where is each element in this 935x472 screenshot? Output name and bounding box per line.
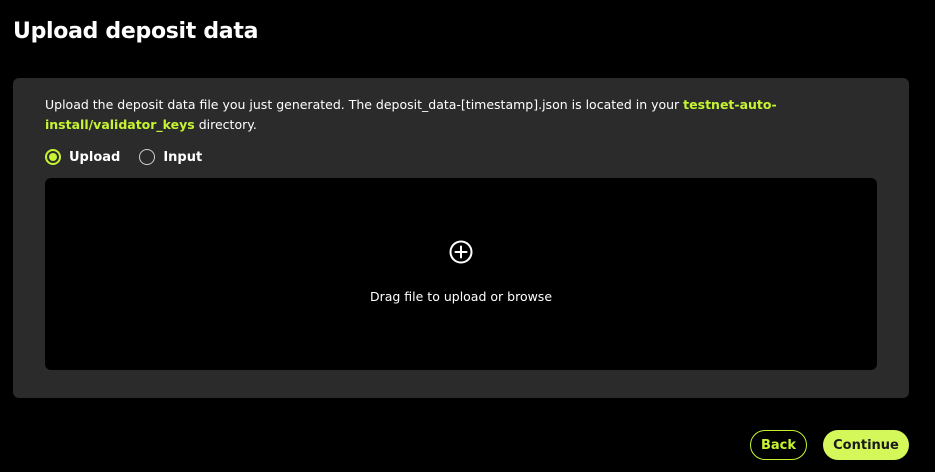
instructions-text: Upload the deposit data file you just ge…	[45, 95, 785, 135]
radio-input[interactable]: Input	[139, 149, 202, 165]
instructions-suffix: directory.	[194, 117, 257, 132]
instructions-prefix: Upload the deposit data file you just ge…	[45, 97, 684, 112]
continue-button[interactable]: Continue	[823, 430, 909, 460]
upload-mode-radio-group: Upload Input	[45, 149, 221, 165]
radio-upload-label[interactable]: Upload	[69, 150, 120, 165]
page-title: Upload deposit data	[13, 19, 259, 44]
file-dropzone[interactable]: Drag file to upload or browse	[45, 178, 877, 370]
plus-circle-icon[interactable]	[449, 240, 473, 264]
radio-input-label[interactable]: Input	[163, 150, 202, 165]
radio-input-indicator[interactable]	[139, 149, 156, 165]
radio-upload-indicator[interactable]	[45, 149, 61, 165]
dropzone-text: Drag file to upload or browse	[369, 289, 553, 304]
radio-upload[interactable]: Upload	[45, 149, 120, 165]
back-button[interactable]: Back	[750, 430, 807, 460]
upload-card: Upload the deposit data file you just ge…	[13, 78, 909, 398]
